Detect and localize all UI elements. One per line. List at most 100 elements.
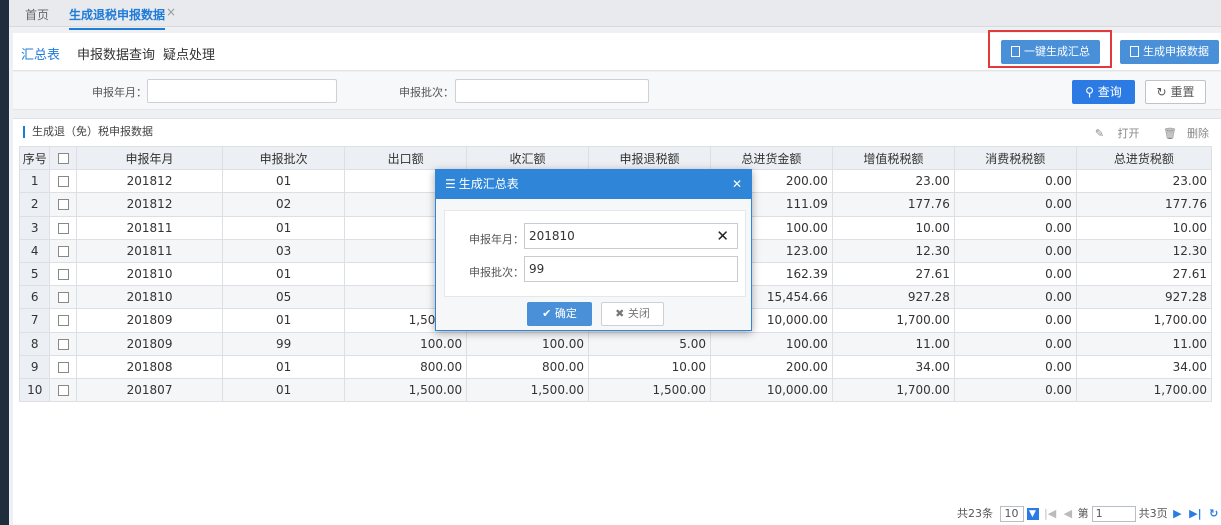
row-checkbox[interactable]: [57, 315, 69, 327]
cell-year-month: 201808: [75, 354, 224, 379]
table-row[interactable]: 10 201807 01 1,500.00 1,500.00 1,500.00 10,000…: [18, 377, 1213, 403]
next-page-icon[interactable]: ▶: [1173, 507, 1181, 520]
subtab-summary[interactable]: 汇总表: [18, 44, 63, 74]
cell-consumption-tax: 0.00: [953, 354, 1077, 379]
select-all-checkbox[interactable]: [57, 153, 69, 165]
cell-batch: 01: [222, 261, 346, 287]
row-checkbox[interactable]: [57, 199, 69, 211]
year-month-input[interactable]: [147, 79, 337, 103]
chevron-down-icon[interactable]: ▼: [1026, 508, 1039, 520]
menu-icon: ☰: [445, 177, 456, 191]
col-header-consumption-tax[interactable]: 消费税税额: [953, 145, 1077, 171]
col-header-export-amount[interactable]: 出口额: [344, 145, 468, 171]
cell-total-purchase-tax: 10.00: [1075, 215, 1213, 240]
dialog-year-month-input[interactable]: 201810 ✕: [524, 223, 738, 249]
col-header-batch[interactable]: 申报批次: [222, 145, 346, 171]
tab-close-icon[interactable]: ×: [166, 5, 176, 19]
dialog-batch-input[interactable]: 99: [524, 256, 738, 282]
row-index: 8: [18, 331, 51, 356]
row-checkbox[interactable]: [57, 176, 69, 188]
cell-vat: 10.00: [831, 215, 955, 240]
delete-button[interactable]: 🗑 删除: [1153, 127, 1209, 140]
cell-batch: 01: [222, 308, 346, 333]
batch-input[interactable]: [455, 79, 649, 103]
row-index: 2: [18, 192, 51, 217]
cell-refund-amount: 1,500.00: [588, 377, 711, 403]
prev-page-icon[interactable]: ◀: [1064, 507, 1072, 520]
row-checkbox[interactable]: [57, 361, 69, 373]
row-checkbox[interactable]: [57, 269, 69, 281]
row-select-cell[interactable]: [49, 354, 77, 379]
reset-button[interactable]: ↻ 重置: [1145, 80, 1206, 104]
cell-vat: 177.76: [831, 192, 955, 217]
cell-consumption-tax: 0.00: [953, 308, 1077, 333]
cell-vat: 27.61: [831, 261, 955, 287]
subtab-declaration-query[interactable]: 申报数据查询: [77, 44, 155, 63]
cell-batch: 01: [222, 215, 346, 240]
row-checkbox[interactable]: [57, 338, 69, 350]
tab-generate-refund-data[interactable]: 生成退税申报数据: [69, 6, 166, 30]
cell-batch: 01: [222, 169, 346, 194]
row-select-cell[interactable]: [49, 331, 77, 356]
table-row[interactable]: 9 201808 01 800.00 800.00 10.00 200.00 34.00 0.0…: [18, 354, 1213, 379]
first-page-icon[interactable]: |◀: [1044, 507, 1056, 520]
cell-year-month: 201807: [75, 377, 224, 403]
page-total: 共3页: [1138, 507, 1168, 520]
highlight-box: [988, 30, 1112, 68]
row-select-cell[interactable]: [49, 285, 77, 310]
cell-year-month: 201811: [75, 238, 224, 263]
refresh-icon: ↻: [1156, 85, 1167, 99]
cell-year-month: 201809: [75, 308, 224, 333]
open-label: 打开: [1117, 127, 1140, 140]
col-header-total-purchase-tax[interactable]: 总进货税额: [1075, 145, 1213, 171]
col-header-select-all[interactable]: [49, 145, 77, 171]
row-select-cell[interactable]: [49, 261, 77, 287]
clear-icon[interactable]: ✕: [716, 224, 729, 248]
row-select-cell[interactable]: [49, 308, 77, 333]
cell-consumption-tax: 0.00: [953, 169, 1077, 194]
tab-home[interactable]: 首页: [25, 6, 49, 23]
row-checkbox[interactable]: [57, 245, 69, 257]
cell-total-purchase-tax: 27.61: [1075, 261, 1213, 287]
generate-declaration-data-button[interactable]: 生成申报数据: [1120, 40, 1219, 64]
row-select-cell[interactable]: [49, 238, 77, 263]
row-select-cell[interactable]: [49, 377, 77, 403]
cell-vat: 1,700.00: [831, 308, 955, 333]
col-header-received-amount[interactable]: 收汇额: [466, 145, 590, 171]
row-checkbox[interactable]: [57, 384, 69, 396]
row-checkbox[interactable]: [57, 292, 69, 304]
close-icon[interactable]: ✕: [732, 170, 742, 199]
dialog-batch-label: 申报批次：: [469, 266, 524, 279]
close-icon: ✖: [615, 307, 625, 320]
table-header-row: 序号 申报年月 申报批次 出口额 收汇额 申报退税额 总进货金额 增值税税额 消…: [18, 145, 1213, 171]
dialog-title: 生成汇总表: [458, 177, 519, 191]
cell-total-purchase: 10,000.00: [709, 377, 833, 403]
col-header-vat[interactable]: 增值税税额: [831, 145, 955, 171]
page-number-input[interactable]: 1: [1091, 506, 1136, 522]
cell-consumption-tax: 0.00: [953, 377, 1077, 403]
row-select-cell[interactable]: [49, 169, 77, 194]
row-select-cell[interactable]: [49, 192, 77, 217]
close-button[interactable]: ✖ 关闭: [601, 302, 664, 326]
col-header-refund-amount[interactable]: 申报退税额: [588, 145, 711, 171]
cell-year-month: 201812: [75, 192, 224, 217]
col-header-year-month[interactable]: 申报年月: [75, 145, 224, 171]
col-header-total-purchase[interactable]: 总进货金额: [709, 145, 833, 171]
table-row[interactable]: 8 201809 99 100.00 100.00 5.00 100.00 11.00 0.00…: [18, 331, 1213, 356]
row-index: 3: [18, 215, 51, 240]
page-size-select[interactable]: 10: [999, 506, 1024, 522]
cell-consumption-tax: 0.00: [953, 331, 1077, 356]
cell-total-purchase-tax: 1,700.00: [1075, 377, 1213, 403]
total-count: 共23条: [957, 507, 993, 520]
cell-year-month: 201811: [75, 215, 224, 240]
open-button[interactable]: ✎ 打开: [1085, 127, 1140, 140]
query-button[interactable]: ⚲ 查询: [1072, 80, 1135, 104]
row-select-cell[interactable]: [49, 215, 77, 240]
page-prefix: 第: [1077, 507, 1089, 520]
refresh-icon[interactable]: ↻: [1209, 507, 1218, 520]
last-page-icon[interactable]: ▶|: [1189, 507, 1201, 520]
subtab-doubt-handling[interactable]: 疑点处理: [163, 44, 215, 63]
confirm-button[interactable]: ✔ 确定: [527, 302, 592, 326]
cell-total-purchase-tax: 11.00: [1075, 331, 1213, 356]
row-checkbox[interactable]: [57, 222, 69, 234]
